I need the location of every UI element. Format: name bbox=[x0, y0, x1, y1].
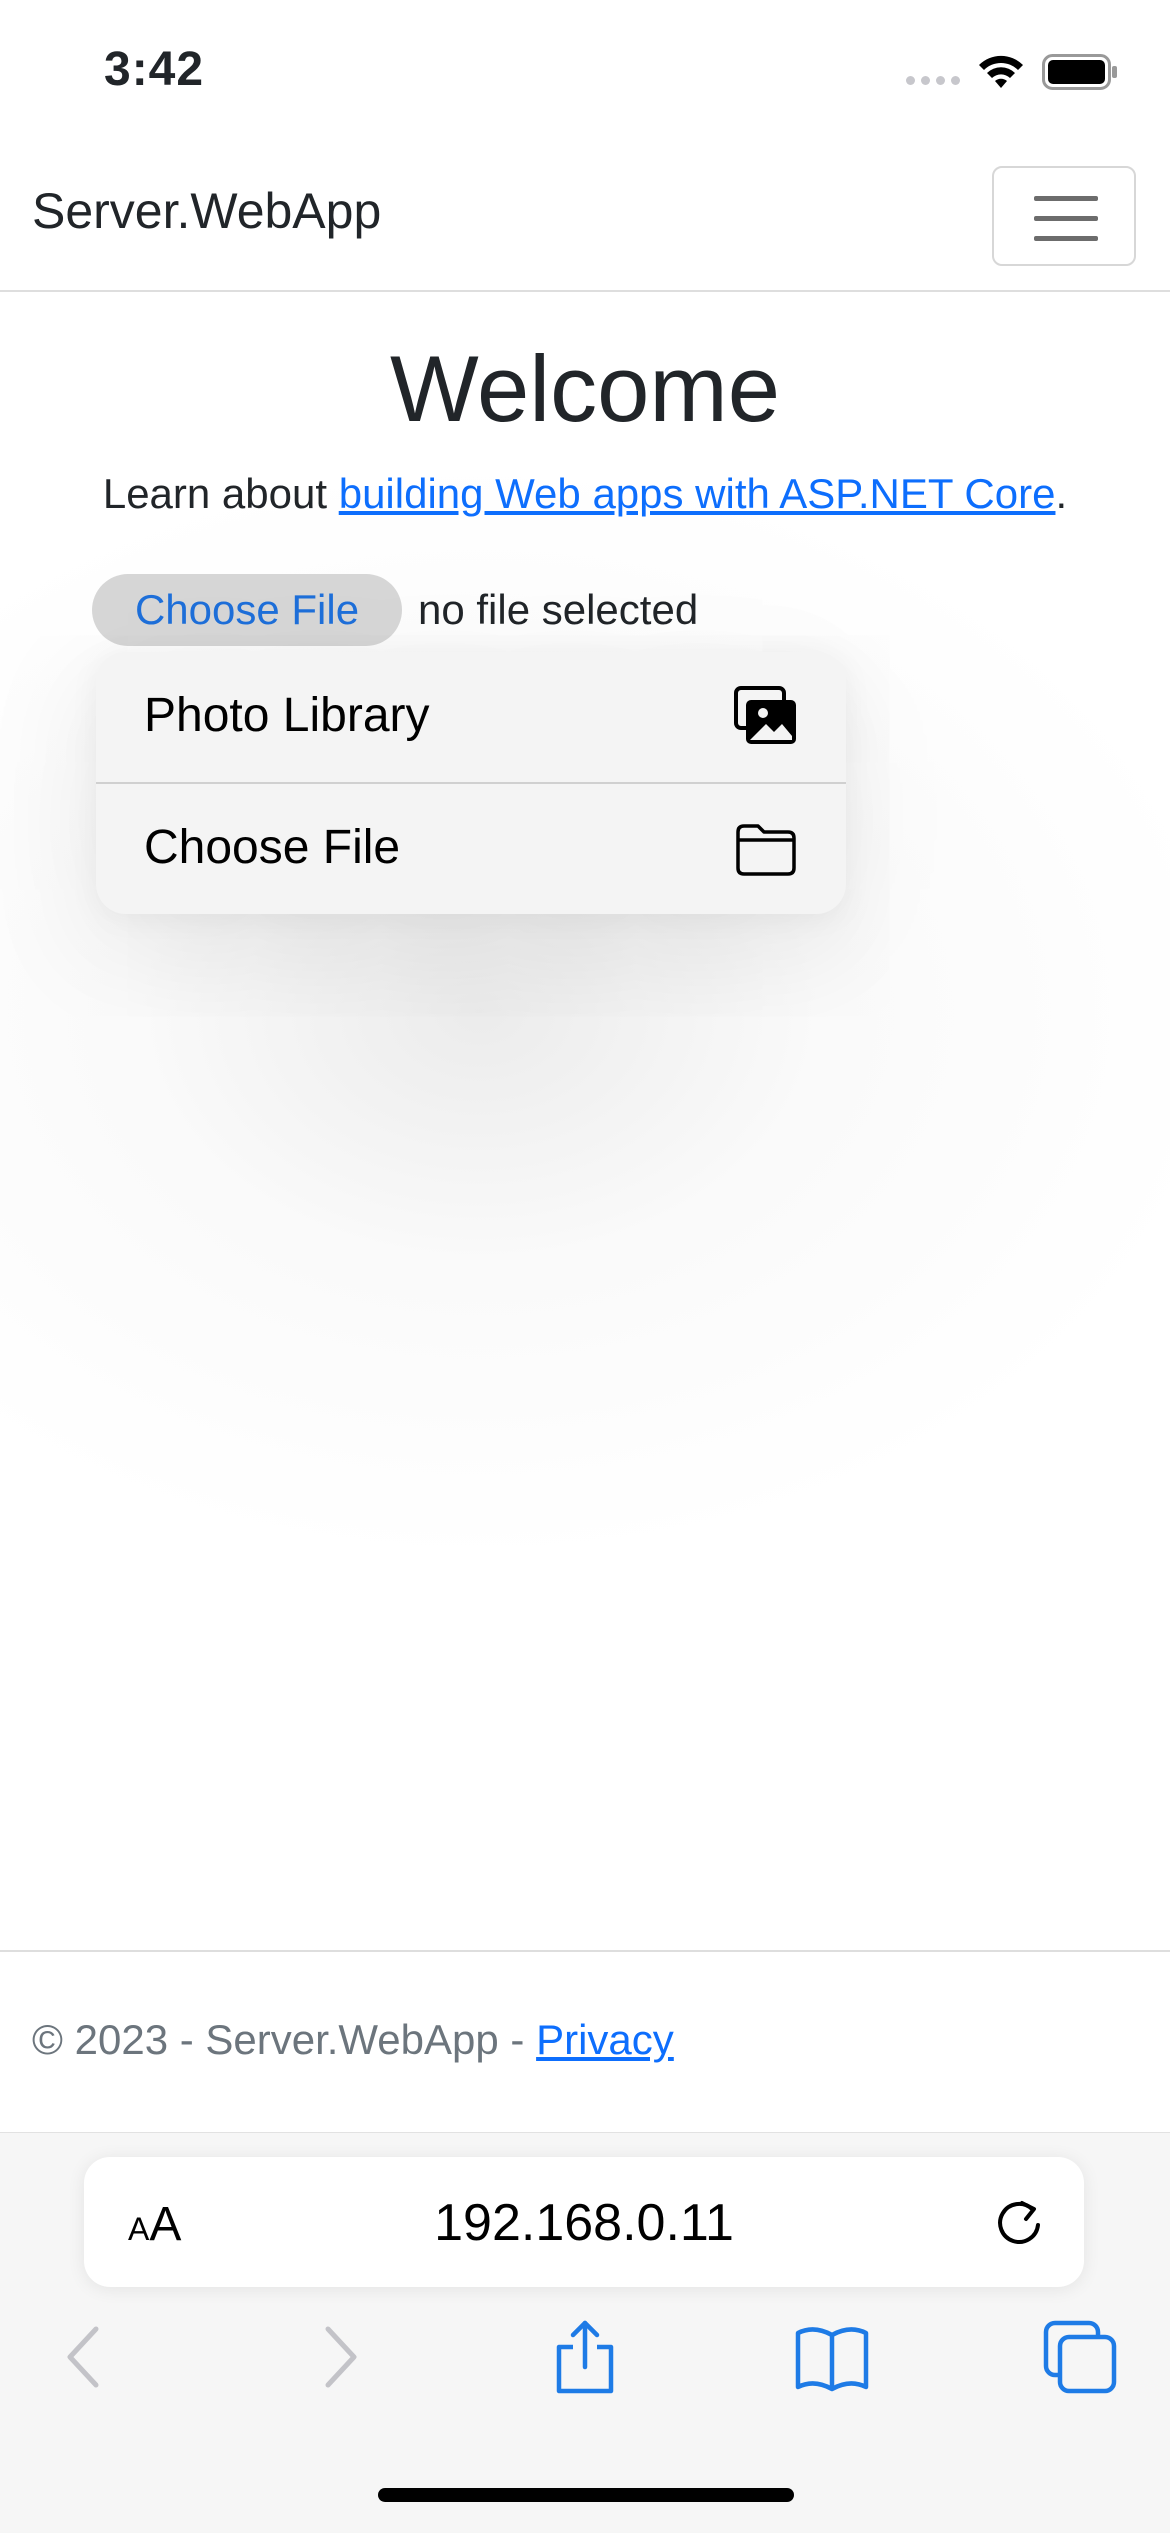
share-button[interactable] bbox=[545, 2317, 625, 2397]
footer: © 2023 - Server.WebApp - Privacy bbox=[0, 1950, 1170, 2134]
choose-file-button[interactable]: Choose File bbox=[92, 574, 402, 646]
status-time: 3:42 bbox=[104, 43, 205, 96]
learn-text: Learn about building Web apps with ASP.N… bbox=[102, 470, 1068, 517]
menu-item-label: Photo Library bbox=[144, 689, 430, 742]
privacy-link[interactable]: Privacy bbox=[536, 2016, 674, 2063]
browser-toolbar: AA 192.168.0.11 bbox=[0, 2132, 1170, 2533]
reload-icon[interactable] bbox=[992, 2195, 1046, 2251]
hamburger-icon bbox=[1034, 196, 1098, 201]
file-status-text: no file selected bbox=[418, 586, 699, 633]
page-title: Welcome bbox=[389, 336, 781, 441]
battery-icon bbox=[1042, 54, 1117, 90]
navbar: Server.WebApp bbox=[0, 150, 1170, 292]
menu-item-label: Choose File bbox=[144, 821, 401, 874]
menu-toggle-button[interactable] bbox=[992, 166, 1136, 266]
back-button[interactable] bbox=[46, 2317, 126, 2397]
forward-button[interactable] bbox=[298, 2317, 378, 2397]
photo-library-icon bbox=[734, 686, 796, 744]
wifi-icon bbox=[979, 55, 1023, 88]
menu-item-photo-library[interactable]: Photo Library bbox=[96, 652, 846, 782]
folder-icon bbox=[736, 824, 796, 876]
status-icons bbox=[906, 54, 1118, 90]
status-bar: 3:42 bbox=[0, 0, 1170, 150]
address-bar[interactable]: AA 192.168.0.11 bbox=[84, 2157, 1084, 2287]
home-indicator bbox=[378, 2488, 794, 2502]
tabs-button[interactable] bbox=[1040, 2317, 1120, 2397]
url-text[interactable]: 192.168.0.11 bbox=[84, 2193, 1084, 2253]
footer-text: © 2023 - Server.WebApp - Privacy bbox=[32, 2016, 674, 2063]
bookmarks-button[interactable] bbox=[792, 2317, 872, 2397]
menu-item-choose-file[interactable]: Choose File bbox=[96, 784, 846, 914]
popup-backdrop bbox=[0, 292, 1170, 1952]
cellular-signal-icon bbox=[906, 59, 960, 85]
file-source-menu: Photo Library Choose File bbox=[96, 652, 846, 914]
navbar-brand[interactable]: Server.WebApp bbox=[32, 182, 381, 240]
aspnet-docs-link[interactable]: building Web apps with ASP.NET Core bbox=[339, 470, 1056, 517]
